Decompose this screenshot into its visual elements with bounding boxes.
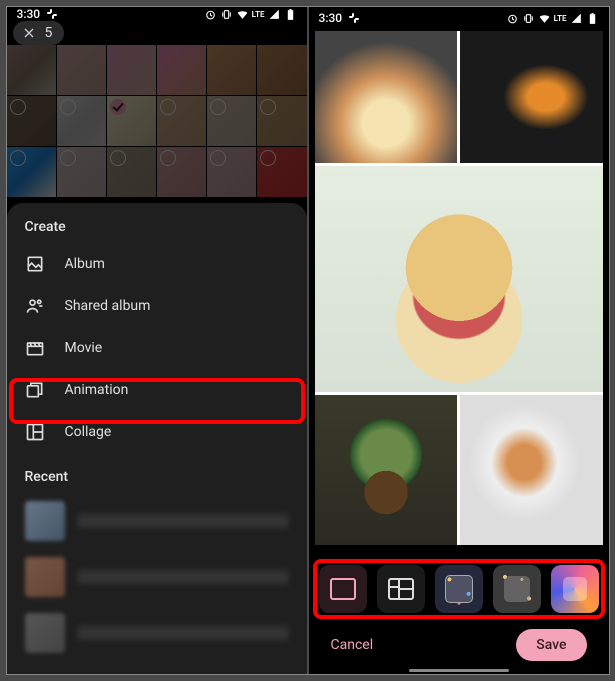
photo-thumb[interactable] (157, 147, 206, 197)
sheet-title: Create (7, 219, 307, 243)
battery-icon (586, 12, 599, 25)
photo-thumb[interactable] (207, 96, 256, 146)
collage-preview[interactable] (315, 31, 603, 545)
animation-icon (25, 380, 45, 400)
status-bar: 3:30 LTE (7, 7, 307, 21)
save-button[interactable]: Save (516, 629, 586, 661)
check-icon (110, 99, 126, 115)
style-layout-1[interactable] (319, 565, 367, 613)
shared-icon (25, 296, 45, 316)
photo-grid[interactable] (7, 45, 307, 203)
recent-item[interactable] (7, 605, 307, 661)
menu-label: Shared album (65, 298, 151, 314)
lte-label: LTE (252, 10, 265, 19)
selection-count: 5 (45, 25, 53, 41)
collage-cell[interactable] (315, 31, 458, 163)
photo-thumb[interactable] (157, 45, 206, 95)
photo-thumb[interactable] (7, 96, 56, 146)
style-layout-2[interactable] (377, 565, 425, 613)
gesture-bar (409, 669, 509, 672)
recent-item[interactable] (7, 549, 307, 605)
menu-label: Album (65, 256, 105, 272)
collage-cell[interactable] (460, 395, 603, 546)
photo-thumb[interactable] (7, 45, 56, 95)
all-albums[interactable]: All albums (7, 661, 307, 674)
status-time: 3:30 (17, 7, 41, 21)
collage-cell[interactable] (460, 31, 603, 163)
vibrate-icon (220, 8, 233, 21)
battery-icon (284, 8, 297, 21)
close-icon[interactable] (21, 25, 37, 41)
signal-icon (268, 8, 281, 21)
collage-cell[interactable] (315, 395, 458, 546)
menu-animation[interactable]: Animation (7, 369, 307, 411)
menu-label: Movie (65, 340, 103, 356)
photo-thumb[interactable] (7, 147, 56, 197)
menu-shared-album[interactable]: Shared album (7, 285, 307, 327)
slack-icon (348, 12, 360, 24)
selection-header: 5 (7, 21, 307, 45)
photo-thumb[interactable] (257, 45, 306, 95)
photo-thumb[interactable] (257, 147, 306, 197)
collage-cell[interactable] (315, 166, 603, 392)
cancel-button[interactable]: Cancel (331, 637, 374, 653)
signal-icon (570, 12, 583, 25)
photo-thumb[interactable] (257, 96, 306, 146)
style-colorful[interactable] (551, 565, 599, 613)
wifi-icon (538, 12, 551, 25)
movie-icon (25, 338, 45, 358)
photo-thumb[interactable] (107, 45, 156, 95)
status-bar: 3:30 LTE (309, 7, 609, 29)
menu-collage[interactable]: Collage (7, 411, 307, 453)
create-sheet: Create Album Shared album Movie Animatio… (7, 203, 307, 674)
style-selector-row (309, 557, 609, 621)
menu-label: Animation (65, 382, 129, 398)
style-gold-dots[interactable] (493, 565, 541, 613)
collage-icon (25, 422, 45, 442)
phone-left: 3:30 LTE 5 (7, 7, 307, 674)
status-time: 3:30 (319, 11, 343, 25)
wifi-icon (236, 8, 249, 21)
alarm-icon (506, 12, 519, 25)
menu-album[interactable]: Album (7, 243, 307, 285)
phone-right: 3:30 LTE (309, 7, 609, 674)
selection-pill[interactable]: 5 (13, 21, 65, 45)
album-icon (25, 254, 45, 274)
menu-label: Collage (65, 424, 112, 440)
alarm-icon (204, 8, 217, 21)
collage-preview-area (309, 29, 609, 557)
slack-icon (46, 8, 58, 20)
photo-thumb[interactable] (57, 45, 106, 95)
photo-thumb[interactable] (57, 96, 106, 146)
photo-thumb[interactable] (107, 96, 156, 146)
photo-thumb[interactable] (207, 147, 256, 197)
photo-thumb[interactable] (57, 147, 106, 197)
vibrate-icon (522, 12, 535, 25)
action-row: Cancel Save (309, 621, 609, 667)
photo-thumb[interactable] (157, 96, 206, 146)
photo-thumb[interactable] (107, 147, 156, 197)
recent-title: Recent (7, 453, 307, 493)
photo-thumb[interactable] (207, 45, 256, 95)
lte-label: LTE (554, 14, 567, 23)
recent-item[interactable] (7, 493, 307, 549)
style-sparkle[interactable] (435, 565, 483, 613)
menu-movie[interactable]: Movie (7, 327, 307, 369)
